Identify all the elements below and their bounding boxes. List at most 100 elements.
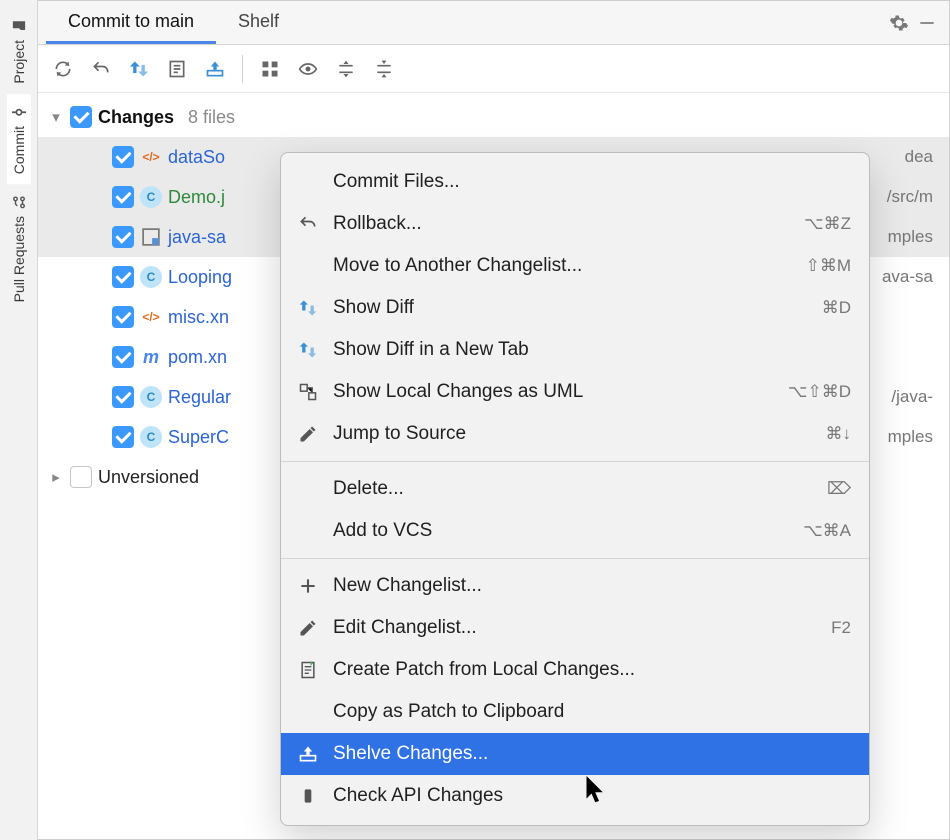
changelist-icon[interactable] [160,52,194,86]
context-menu-label: Commit Files... [333,171,839,193]
minimize-icon[interactable] [913,9,941,37]
checkbox[interactable] [112,226,134,248]
checkbox[interactable] [112,386,134,408]
pencil-icon [295,618,321,638]
checkbox[interactable] [112,146,134,168]
checkbox[interactable] [112,346,134,368]
context-menu-item[interactable]: New Changelist... [281,565,869,607]
context-menu-label: Show Local Changes as UML [333,381,776,403]
context-menu-shortcut: ⇧⌘M [806,256,851,276]
maven-file-icon: m [140,346,162,368]
file-name: misc.xn [168,307,229,328]
tab-commit[interactable]: Commit to main [46,1,216,44]
context-menu-item[interactable]: Jump to Source ⌘↓ [281,413,869,455]
file-path-suffix: mples [888,227,949,247]
context-menu-item[interactable]: Edit Changelist... F2 [281,607,869,649]
checkbox[interactable] [112,306,134,328]
file-name: Looping [168,267,232,288]
left-rail: Project Commit Pull Requests [0,0,38,840]
context-menu-item[interactable]: Check API Changes [281,775,869,817]
file-name: java-sa [168,227,226,248]
context-menu-label: Rollback... [333,213,792,235]
changes-label: Changes [98,107,174,128]
java-file-icon: C [140,266,162,288]
java-file-icon: C [140,426,162,448]
context-menu-shortcut: ⌘D [822,298,851,318]
toolbar [38,45,949,93]
plus-icon [295,576,321,596]
rail-tab-project[interactable]: Project [7,8,31,94]
rail-label: Commit [11,126,27,174]
rollback-icon[interactable] [84,52,118,86]
rail-tab-pull-requests[interactable]: Pull Requests [7,184,31,312]
group-icon[interactable] [253,52,287,86]
file-name: dataSo [168,147,225,168]
tab-header: Commit to main Shelf [38,1,949,45]
context-menu-separator [281,461,869,462]
diff-icon [295,298,321,318]
context-menu-item[interactable]: Add to VCS ⌥⌘A [281,510,869,552]
checkbox[interactable] [70,466,92,488]
context-menu-label: Show Diff [333,297,810,319]
java-file-icon: C [140,386,162,408]
changes-count: 8 files [188,107,235,128]
context-menu-label: Move to Another Changelist... [333,255,794,277]
rail-tab-commit[interactable]: Commit [7,94,31,184]
diff-icon[interactable] [122,52,156,86]
checkbox[interactable] [112,266,134,288]
context-menu-item[interactable]: Show Diff ⌘D [281,287,869,329]
tab-shelf[interactable]: Shelf [216,1,301,44]
context-menu-item[interactable]: Create Patch from Local Changes... [281,649,869,691]
context-menu-label: Jump to Source [333,423,814,445]
context-menu-item[interactable]: Delete... ⌦ [281,468,869,510]
file-path-suffix: ava-sa [882,267,949,287]
rail-label: Project [11,40,27,84]
collapse-icon[interactable] [367,52,401,86]
tab-label: Shelf [238,11,279,32]
context-menu-item[interactable]: Shelve Changes... [281,733,869,775]
file-path-suffix: /src/m [887,187,949,207]
caret-right-icon[interactable]: ▸ [48,468,64,486]
api-icon [295,786,321,806]
changes-node[interactable]: ▾ Changes 8 files [38,97,949,137]
pull-request-icon [11,194,27,210]
checkbox[interactable] [70,106,92,128]
undo-icon [295,214,321,234]
tab-label: Commit to main [68,11,194,32]
shelve-icon [295,744,321,764]
context-menu-separator [281,558,869,559]
context-menu-shortcut: ⌥⌘Z [804,214,851,234]
context-menu-label: Show Diff in a New Tab [333,339,839,361]
checkbox[interactable] [112,426,134,448]
context-menu-label: Copy as Patch to Clipboard [333,701,839,723]
checkbox[interactable] [112,186,134,208]
refresh-icon[interactable] [46,52,80,86]
context-menu-item[interactable]: Commit Files... [281,161,869,203]
context-menu-item[interactable]: Show Local Changes as UML ⌥⇧⌘D [281,371,869,413]
commit-icon [11,104,27,120]
xml-file-icon: </> [140,306,162,328]
context-menu-item[interactable]: Copy as Patch to Clipboard [281,691,869,733]
gear-icon[interactable] [885,9,913,37]
file-name: SuperC [168,427,229,448]
rail-label: Pull Requests [11,216,27,302]
shelve-icon[interactable] [198,52,232,86]
context-menu-label: Delete... [333,478,815,500]
xml-file-icon: </> [140,146,162,168]
context-menu-item[interactable]: Move to Another Changelist... ⇧⌘M [281,245,869,287]
context-menu-label: New Changelist... [333,575,839,597]
module-file-icon [140,226,162,248]
expand-icon[interactable] [329,52,363,86]
view-options-icon[interactable] [291,52,325,86]
context-menu-label: Check API Changes [333,785,839,807]
context-menu-shortcut: ⌘↓ [826,424,852,444]
context-menu-label: Create Patch from Local Changes... [333,659,839,681]
file-name: Regular [168,387,231,408]
file-path-suffix: dea [905,147,949,167]
file-name: Demo.j [168,187,225,208]
pencil-icon [295,424,321,444]
context-menu-item[interactable]: Show Diff in a New Tab [281,329,869,371]
caret-down-icon[interactable]: ▾ [48,108,64,126]
context-menu-item[interactable]: Rollback... ⌥⌘Z [281,203,869,245]
context-menu-label: Edit Changelist... [333,617,819,639]
